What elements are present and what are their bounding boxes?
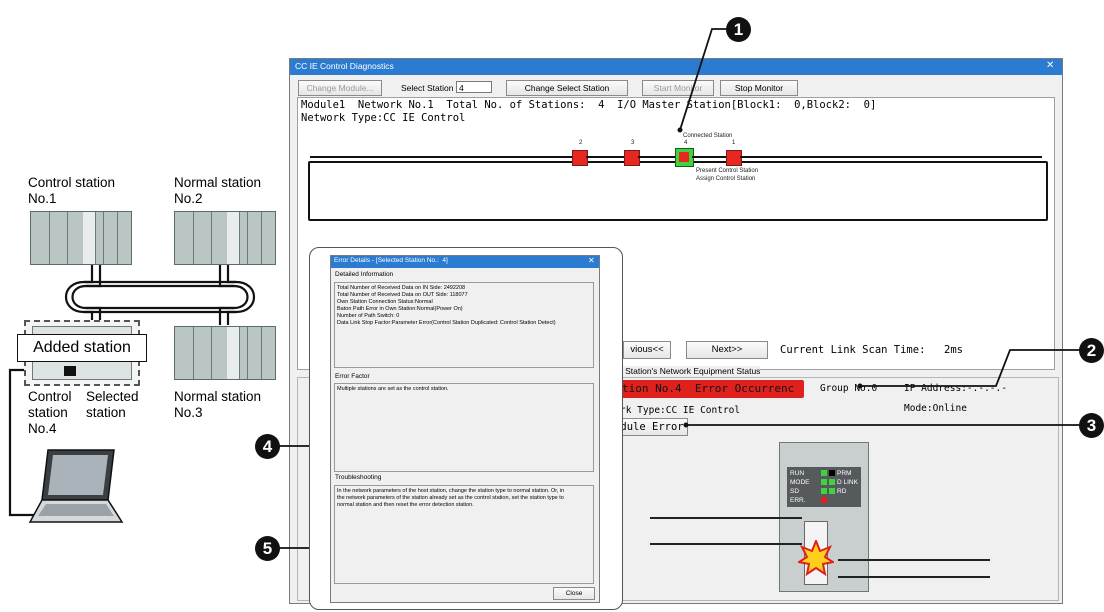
next-button[interactable]: Next>>	[686, 341, 768, 359]
troubleshooting-label: Troubleshooting	[335, 474, 382, 481]
led-sd-label: SD	[790, 488, 800, 495]
network-loop	[308, 161, 1048, 221]
start-monitor-button[interactable]: Start Monitor	[642, 80, 714, 96]
dialog-close-icon[interactable]: ✕	[588, 256, 595, 265]
led-err-label: ERR.	[790, 497, 806, 504]
led-prm-off	[829, 470, 835, 476]
troubleshooting-line: normal station and then reset the error …	[337, 502, 474, 508]
station-number: 4	[684, 140, 688, 146]
callout-5: 5	[255, 536, 280, 561]
led-rd-green	[829, 488, 835, 494]
present-control-station-label: Present Control Station	[696, 168, 759, 174]
equipment-status-title: d Station's Network Equipment Status	[618, 366, 761, 376]
detail-line: Number of Path Switch: 0	[337, 313, 400, 319]
window-close-icon[interactable]: ✕	[1046, 60, 1054, 71]
group-no-label: Group No.0	[820, 383, 878, 394]
callout-2: 2	[1079, 338, 1104, 363]
select-station-label: Select Station	[401, 83, 454, 93]
station-number: 3	[631, 140, 635, 146]
led-dlink-green	[829, 479, 835, 485]
window-title: CC IE Control Diagnostics	[295, 61, 394, 71]
station-2-error-icon[interactable]	[572, 150, 588, 166]
error-details-dialog: Error Details - [Selected Station No.: 4…	[330, 255, 600, 603]
station-number: 2	[579, 140, 583, 146]
dialog-title-bar: Error Details - [Selected Station No.: 4…	[331, 256, 599, 268]
error-factor-box[interactable]: Multiple stations are set as the control…	[334, 383, 594, 472]
connected-station-label: Connected Station	[683, 133, 733, 139]
network-type-line: Network Type:CC IE Control	[301, 112, 466, 124]
select-station-input[interactable]: 4	[456, 81, 492, 93]
dialog-title: Error Details - [Selected Station No.: 4…	[334, 257, 448, 264]
troubleshooting-box[interactable]: In the network parameters of the host st…	[334, 485, 594, 584]
station-number: 1	[732, 140, 736, 146]
detail-line: Data Link Stop Factor:Parameter Error(Co…	[337, 320, 556, 326]
change-select-station-button[interactable]: Change Select Station	[506, 80, 628, 96]
assign-control-station-label: Assign Control Station	[696, 176, 756, 182]
led-run-label: RUN	[790, 470, 805, 477]
stop-monitor-button[interactable]: Stop Monitor	[720, 80, 798, 96]
detail-line: Baton Path Error in Own Station:Normal(P…	[337, 306, 463, 312]
station-3-error-icon[interactable]	[624, 150, 640, 166]
led-err-red	[821, 497, 827, 503]
plc-station-2	[174, 211, 276, 265]
led-dlink-label: D LINK	[837, 479, 858, 486]
error-factor-label: Error Factor	[335, 373, 370, 380]
led-mode-label: MODE	[790, 479, 810, 486]
change-module-button[interactable]: Change Module...	[298, 80, 382, 96]
detail-line: Own Station Connection Status:Normal	[337, 299, 433, 305]
station-error-banner: tion No.4 Error Occurrenc	[620, 380, 804, 398]
window-title-bar: CC IE Control Diagnostics ✕	[290, 59, 1062, 75]
station-1-error-icon[interactable]	[726, 150, 742, 166]
detailed-information-box[interactable]: Total Number of Received Data on IN Side…	[334, 282, 594, 368]
led-run-green	[821, 470, 827, 476]
detail-line: Total Number of Received Data on OUT Sid…	[337, 292, 468, 298]
plc-station-1	[30, 211, 132, 265]
module-error-button[interactable]: dule Error	[616, 418, 688, 436]
ip-address-label: IP Address:-.-.-.-	[904, 383, 1007, 394]
plc-station-3	[174, 326, 276, 380]
detail-line: Total Number of Received Data on IN Side…	[337, 285, 466, 291]
laptop-icon	[28, 449, 124, 523]
detailed-information-label: Detailed Information	[335, 271, 394, 278]
module-info-line: Module1 Network No.1 Total No. of Statio…	[301, 99, 877, 111]
scan-time-value: 2ms	[944, 344, 963, 356]
network-type-label: rk Type:CC IE Control	[620, 405, 741, 416]
scan-time-label: Current Link Scan Time:	[780, 344, 926, 356]
led-rd-label: RD	[837, 488, 847, 495]
previous-button[interactable]: vious<<	[623, 341, 671, 359]
dialog-close-button[interactable]: Close	[553, 587, 595, 600]
led-sd-green	[821, 488, 827, 494]
troubleshooting-line: the network parameters of the station al…	[337, 495, 564, 501]
error-burst-icon	[798, 540, 834, 576]
led-mode-green	[821, 479, 827, 485]
added-station-label: Added station	[17, 334, 147, 362]
callout-4: 4	[255, 434, 280, 459]
led-panel: RUN PRM MODE D LINK SD RD ERR.	[787, 467, 861, 507]
mode-label: Mode:Online	[904, 403, 967, 414]
troubleshooting-line: In the network parameters of the host st…	[337, 488, 565, 494]
callout-1: 1	[726, 17, 751, 42]
error-factor-text: Multiple stations are set as the control…	[337, 386, 449, 392]
callout-3: 3	[1079, 413, 1104, 438]
led-prm-label: PRM	[837, 470, 852, 477]
